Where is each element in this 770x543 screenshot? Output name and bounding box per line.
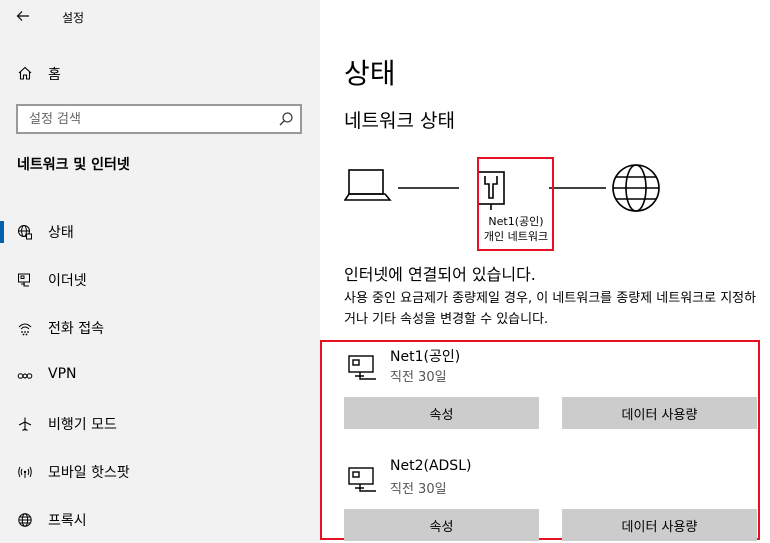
network-name: Net2(ADSL) [390,458,472,474]
search-input[interactable] [18,106,268,132]
network-period: 직전 30일 [390,370,447,385]
sidebar-item-label: 상태 [48,225,74,241]
sidebar-item-mobile-hotspot[interactable]: 모바일 핫스팟 [0,448,320,496]
network-period: 직전 30일 [390,482,447,497]
sidebar-item-vpn[interactable]: VPN [0,352,320,400]
properties-button[interactable]: 속성 [344,509,539,541]
sidebar-item-airplane-mode[interactable]: 비행기 모드 [0,400,320,448]
sidebar-item-dialup[interactable]: 전화 접속 [0,304,320,352]
diagram-network-name: Net1(공인) [488,215,544,228]
dialup-icon [18,323,32,336]
home-label: 홈 [48,67,61,83]
networks-list: Net1(공인) 직전 30일 속성 데이터 사용량 Net2(ADSL) 직전… [320,340,762,543]
sidebar-item-ethernet[interactable]: 이더넷 [0,256,320,304]
sidebar-item-proxy[interactable]: 프록시 [0,496,320,543]
connection-description: 사용 중인 요금제가 종량제일 경우, 이 네트워크를 종량제 네트워크로 지정… [344,291,757,327]
diagram-network-type: 개인 네트워크 [483,230,549,243]
globe-status-icon [18,225,32,240]
sidebar-item-label: 전화 접속 [48,321,104,337]
ethernet-icon [348,355,376,380]
laptop-icon [343,169,392,201]
sidebar-item-label: VPN [48,366,77,382]
connection-status: 인터넷에 연결되어 있습니다. [344,265,536,284]
search-box[interactable] [16,104,302,134]
title-bar: 설정 [0,0,320,32]
network-status-heading: 네트워크 상태 [344,110,455,132]
properties-button[interactable]: 속성 [344,397,539,429]
sidebar-item-status[interactable]: 상태 [0,208,320,256]
main-content: 상태 네트워크 상태 Net1(공인) 개인 네트워크 인터넷에 연결되어 있습… [320,0,770,543]
hotspot-icon [18,466,32,478]
sidebar-item-label: 프록시 [48,513,87,529]
sidebar: 설정 홈 네트워크 및 인터넷 상태 [0,0,320,543]
data-usage-button[interactable]: 데이터 사용량 [562,509,757,541]
page-title: 상태 [344,57,396,90]
network-name: Net1(공인) [390,349,461,365]
airplane-icon [18,417,32,431]
sidebar-item-label: 모바일 핫스팟 [48,465,130,481]
home-icon [18,66,32,80]
ethernet-icon [18,273,30,287]
search-icon[interactable] [278,111,294,127]
sidebar-nav: 상태 이더넷 전화 접속 VPN 비행기 모드 모바일 핫스팟 프록시 [0,208,320,543]
vpn-icon [17,373,33,379]
globe-icon [18,513,32,527]
arrow-left-icon [16,11,29,21]
network-diagram: Net1(공인) 개인 네트워크 [343,150,764,260]
sidebar-item-label: 비행기 모드 [48,417,117,433]
sidebar-item-home[interactable]: 홈 [0,58,320,88]
sidebar-item-label: 이더넷 [48,273,87,289]
window-title: 설정 [62,11,85,25]
section-title: 네트워크 및 인터넷 [17,157,130,173]
back-button[interactable] [8,4,38,28]
internet-globe-icon [612,164,660,212]
network-item: Net1(공인) 직전 30일 속성 데이터 사용량 [322,342,762,437]
data-usage-button[interactable]: 데이터 사용량 [562,397,757,429]
network-item: Net2(ADSL) 직전 30일 속성 데이터 사용량 [322,454,762,543]
ethernet-icon [348,467,376,492]
